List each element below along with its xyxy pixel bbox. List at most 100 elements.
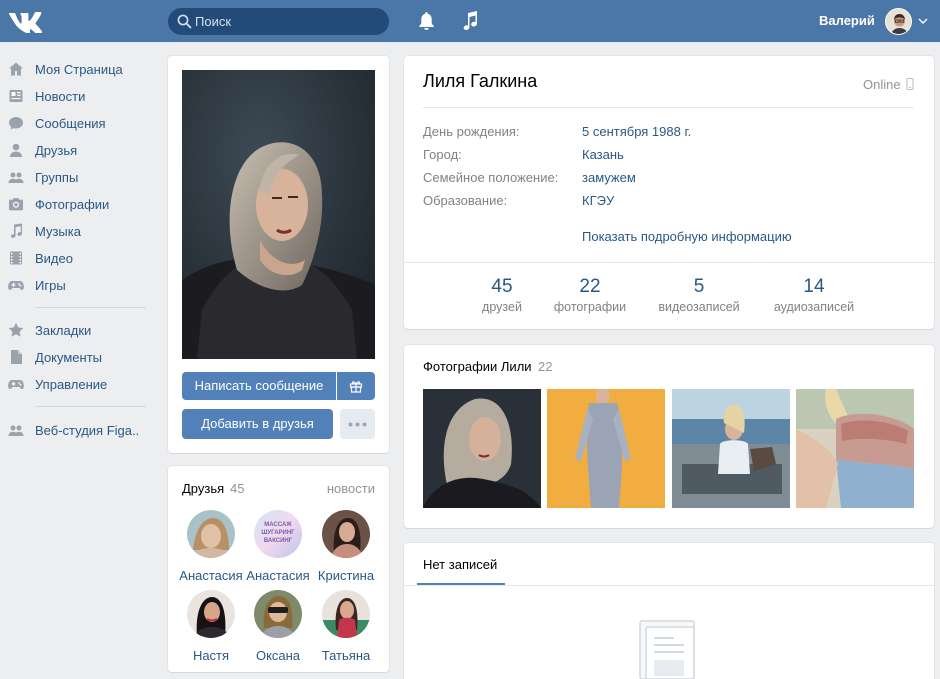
photo-thumb[interactable] (672, 389, 790, 508)
document-icon (11, 350, 22, 364)
photos-count: 22 (538, 359, 553, 374)
counter-photos-num: 22 (579, 276, 601, 297)
sidebar-item-label: Новости (35, 89, 86, 104)
star-icon (8, 322, 24, 337)
sidebar-divider (35, 406, 146, 407)
counter-friends-num: 45 (491, 276, 513, 297)
sidebar-item-news[interactable]: Новости (8, 86, 158, 106)
more-actions-button[interactable] (340, 409, 375, 439)
music-note-icon[interactable] (462, 11, 478, 31)
counter-audio-label: аудиозаписей (773, 300, 855, 314)
bell-icon[interactable] (418, 11, 435, 31)
user-name[interactable]: Валерий (819, 13, 875, 28)
sidebar-item-documents[interactable]: Документы (8, 347, 158, 367)
info-label-education: Образование: (423, 193, 508, 208)
photo-thumb-image (672, 389, 790, 508)
photo-thumb[interactable] (796, 389, 914, 508)
photo-thumb-image (423, 389, 541, 508)
music-icon (11, 223, 22, 238)
friend-item[interactable]: Настя (177, 590, 245, 663)
counter-videos[interactable]: 5 видеозаписей (653, 276, 745, 314)
info-label-birthday: День рождения: (423, 124, 520, 139)
sidebar-item-messages[interactable]: Сообщения (8, 113, 158, 133)
search-placeholder: Поиск (195, 14, 232, 29)
friend-avatar (322, 590, 370, 638)
friend-avatar (187, 510, 235, 558)
info-label-relationship: Семейное положение: (423, 170, 559, 185)
camera-icon (9, 198, 23, 211)
friend-name: Татьяна (321, 648, 371, 663)
friend-item[interactable]: МАССАЖ ШУГАРИНГ ВАКСИНГ Анастасия (244, 510, 312, 583)
info-value-relationship[interactable]: замужем (582, 170, 636, 185)
sidebar-item-music[interactable]: Музыка (8, 221, 158, 241)
sidebar-item-label: Управление (35, 377, 108, 392)
profile-name: Лиля Галкина (423, 71, 538, 91)
sidebar-item-groups[interactable]: Группы (8, 167, 158, 187)
home-icon (9, 62, 23, 76)
send-message-button[interactable]: Написать сообщение (182, 372, 336, 400)
friends-card: Друзья 45 новости Анастасия МАССАЖ ШУГАР… (168, 466, 389, 672)
counter-videos-num: 5 (693, 276, 705, 297)
sidebar-item-label: Закладки (35, 323, 92, 338)
sidebar-item-my-page[interactable]: Моя Страница (8, 59, 158, 79)
sidebar-item-photos[interactable]: Фотографии (8, 194, 158, 214)
sidebar-item-label: Друзья (35, 143, 78, 158)
wall-tab-no-posts[interactable]: Нет записей (423, 557, 497, 572)
gift-button[interactable] (337, 372, 375, 400)
photo-thumb[interactable] (547, 389, 665, 508)
sidebar-item-games[interactable]: Игры (8, 275, 158, 295)
friend-item[interactable]: Анастасия (177, 510, 245, 583)
sidebar-item-label: Музыка (35, 224, 81, 239)
sidebar-item-friends[interactable]: Друзья (8, 140, 158, 160)
messages-icon (9, 117, 23, 130)
counter-photos-label: фотографии (553, 300, 627, 314)
more-dots-icon (348, 422, 367, 427)
sidebar-item-label: Группы (35, 170, 79, 185)
wall-divider (404, 585, 934, 586)
gamepad-icon (8, 380, 24, 389)
info-value-birthday[interactable]: 5 сентября 1988 г. (582, 124, 691, 139)
top-bar: Поиск Валерий (0, 0, 940, 42)
groups-icon (8, 425, 24, 436)
counter-audio[interactable]: 14 аудиозаписей (768, 276, 860, 314)
sidebar-divider (35, 307, 146, 308)
search-icon (177, 14, 192, 29)
friend-item[interactable]: Татьяна (312, 590, 380, 663)
counter-audio-num: 14 (803, 276, 825, 297)
friends-news-link[interactable]: новости (327, 481, 375, 496)
friend-avatar (254, 590, 302, 638)
info-value-education[interactable]: КГЭУ (582, 193, 614, 208)
info-value-city[interactable]: Казань (582, 147, 624, 162)
sidebar-item-video[interactable]: Видео (8, 248, 158, 268)
profile-photo[interactable] (182, 70, 375, 359)
sidebar-item-bookmarks[interactable]: Закладки (8, 320, 158, 340)
friend-name: Кристина (317, 568, 375, 583)
user-avatar-image (886, 9, 911, 34)
counter-photos[interactable]: 22 фотографии (550, 276, 630, 314)
friends-count: 45 (230, 481, 245, 496)
counter-friends[interactable]: 45 друзей (472, 276, 532, 314)
friends-title[interactable]: Друзья (182, 481, 224, 496)
photo-thumb[interactable] (423, 389, 541, 508)
vk-logo-icon[interactable] (8, 9, 42, 33)
friend-item[interactable]: Оксана (244, 590, 312, 663)
sidebar-item-group-figa[interactable]: Веб-студия Figa.. (8, 420, 158, 440)
user-icon (10, 143, 22, 157)
sidebar-item-label: Веб-студия Figa.. (35, 423, 140, 438)
friend-avatar (187, 590, 235, 638)
search-input[interactable]: Поиск (168, 8, 389, 35)
photos-title[interactable]: Фотографии Лили (423, 359, 532, 374)
photo-thumb-image (796, 389, 914, 508)
show-full-info-link[interactable]: Показать подробную информацию (582, 229, 792, 244)
sidebar-item-manage[interactable]: Управление (8, 374, 158, 394)
friend-avatar-text: МАССАЖ ШУГАРИНГ ВАКСИНГ (261, 522, 295, 544)
friend-item[interactable]: Кристина (312, 510, 380, 583)
sidebar-item-label: Моя Страница (35, 62, 123, 77)
chevron-down-icon[interactable] (918, 18, 928, 25)
friend-avatar (322, 510, 370, 558)
user-avatar[interactable] (885, 8, 912, 35)
add-friend-button[interactable]: Добавить в друзья (182, 409, 333, 439)
info-divider (423, 107, 914, 108)
photo-thumb-image (547, 389, 665, 508)
sidebar-item-label: Сообщения (35, 116, 106, 131)
